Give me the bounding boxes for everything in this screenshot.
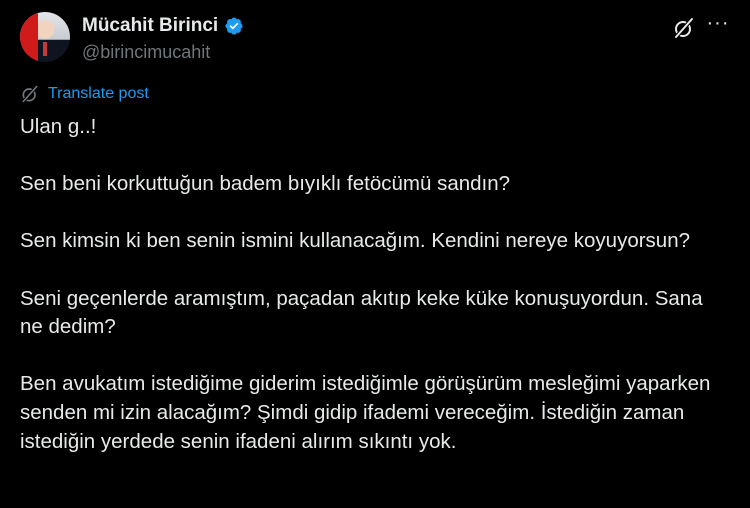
avatar[interactable]: [20, 12, 70, 62]
author-display-name[interactable]: Mücahit Birinci: [82, 14, 218, 38]
post-paragraph: Ulan g..!: [20, 115, 97, 138]
author-handle[interactable]: @birincimucahit: [82, 40, 244, 64]
more-options-icon[interactable]: ···: [706, 13, 730, 40]
post-paragraph: Seni geçenlerde aramıştım, paçadan akıtı…: [20, 286, 703, 339]
post-paragraph: Ben avukatım istediğime giderim istediği…: [20, 372, 711, 453]
post-paragraph: Sen beni korkuttuğun badem bıyıklı fetöc…: [20, 172, 511, 196]
avatar-tie: [43, 42, 47, 56]
post-paragraph: Sen kimsin ki ben senin ismini kullanaca…: [20, 229, 691, 253]
grok-icon[interactable]: [672, 16, 696, 40]
verified-badge-icon[interactable]: [224, 16, 244, 36]
translate-post-label: Translate post: [48, 85, 149, 102]
author-info: Mücahit Birinci @birincimucahit: [82, 14, 244, 64]
post-card: Mücahit Birinci @birincimucahit ··· Tran…: [0, 0, 750, 508]
translate-icon: [22, 85, 38, 103]
post-header: Mücahit Birinci @birincimucahit ···: [20, 12, 730, 68]
author-name-row: Mücahit Birinci: [82, 14, 244, 38]
avatar-flag: [20, 12, 38, 62]
translate-post-link[interactable]: Translate post: [20, 84, 149, 104]
post-text: Ulan g..! Sen beni korkuttuğun badem bıy…: [20, 113, 720, 456]
